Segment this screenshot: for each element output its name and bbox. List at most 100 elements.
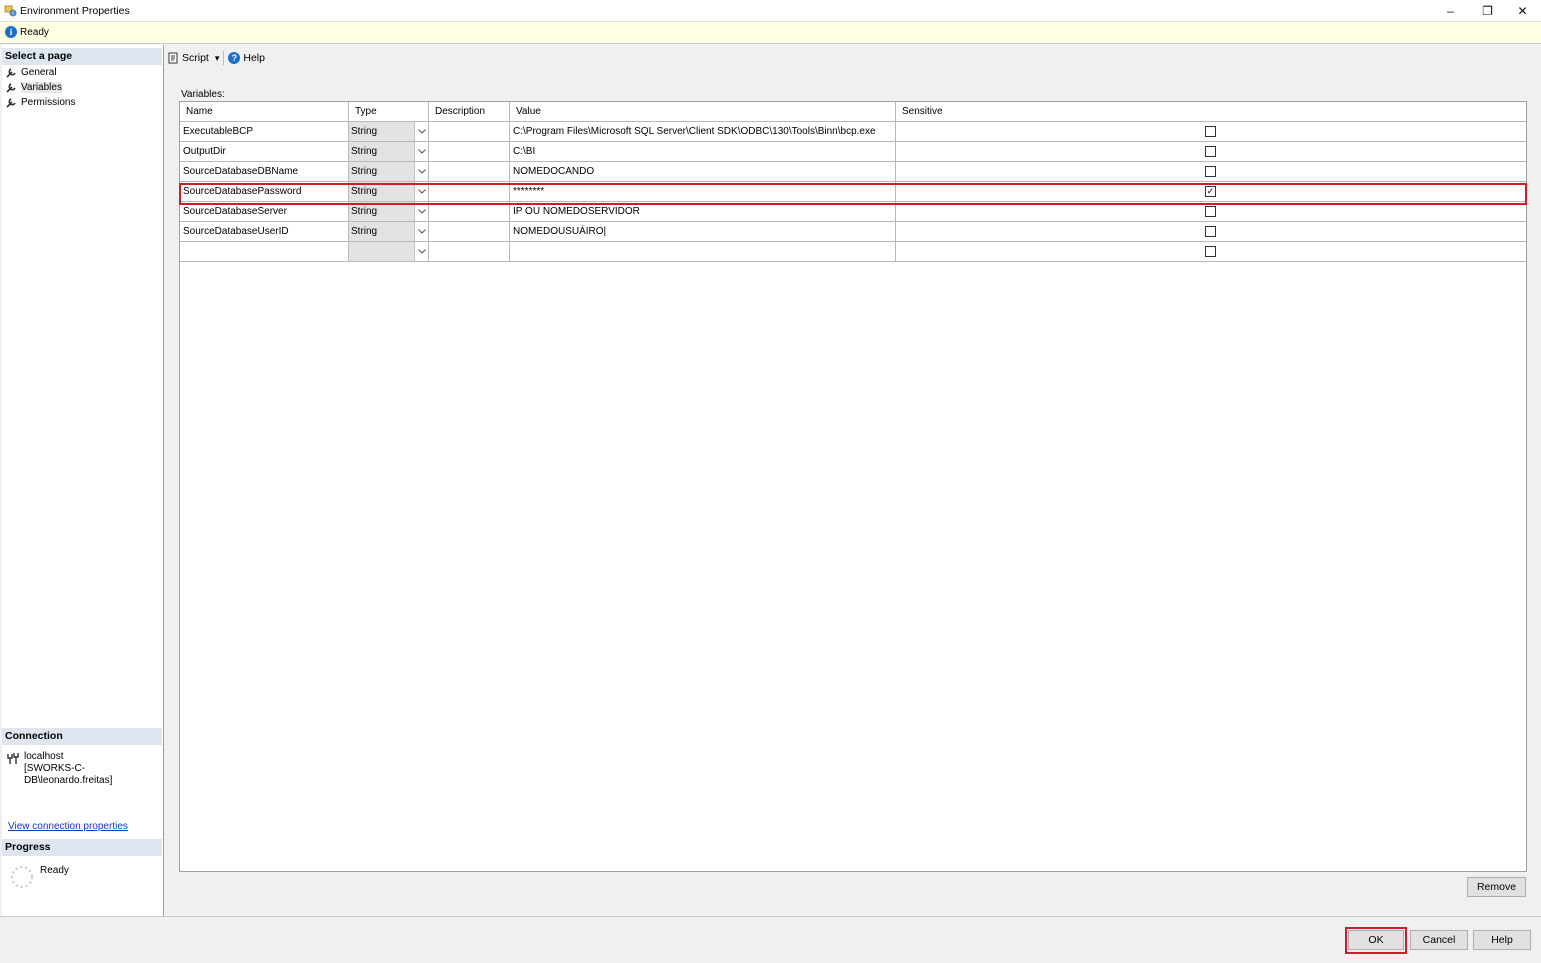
variable-sensitive-cell[interactable]	[896, 122, 1526, 141]
variable-type-cell[interactable]: String	[349, 142, 429, 161]
type-select[interactable]: String	[349, 202, 415, 221]
help-button[interactable]: Help	[1473, 930, 1531, 950]
chevron-down-icon[interactable]	[415, 222, 428, 241]
variable-description-cell[interactable]	[429, 122, 510, 141]
variable-sensitive-cell[interactable]	[896, 162, 1526, 181]
type-select[interactable]: String	[349, 222, 415, 241]
chevron-down-icon[interactable]	[415, 142, 428, 161]
type-select[interactable]: String	[349, 182, 415, 201]
chevron-down-icon: ▾	[214, 52, 220, 63]
variable-value-cell[interactable]: NOMEDOUSUÁIRO|	[510, 222, 896, 241]
variable-name-cell[interactable]: SourceDatabaseDBName	[180, 162, 349, 181]
restore-button[interactable]: ❐	[1469, 0, 1506, 21]
variable-value-cell[interactable]	[510, 242, 896, 261]
variable-description-cell[interactable]	[429, 182, 510, 201]
variable-value-cell[interactable]: C:\BI	[510, 142, 896, 161]
variable-value-cell[interactable]: NOMEDOCANDO	[510, 162, 896, 181]
type-select[interactable]	[349, 242, 415, 261]
variable-sensitive-cell[interactable]	[896, 142, 1526, 161]
progress-header: Progress	[2, 839, 162, 856]
page-item-permissions[interactable]: Permissions	[6, 95, 75, 109]
sensitive-checkbox[interactable]	[1205, 226, 1216, 237]
environment-icon	[4, 5, 17, 17]
variables-grid: Name Type Description Value Sensitive Ex…	[179, 101, 1527, 872]
sensitive-checkbox[interactable]	[1205, 206, 1216, 217]
minimize-button[interactable]: –	[1432, 0, 1469, 21]
variable-description-cell[interactable]	[429, 142, 510, 161]
ok-button[interactable]: OK	[1348, 930, 1404, 950]
page-item-variables[interactable]: Variables	[6, 80, 62, 94]
sensitive-checkbox[interactable]	[1205, 246, 1216, 257]
variable-name-cell[interactable]	[180, 242, 349, 261]
variable-description-cell[interactable]	[429, 242, 510, 261]
variable-name-cell[interactable]: SourceDatabasePassword	[180, 182, 349, 201]
page-item-general[interactable]: General	[6, 65, 57, 79]
variable-type-cell[interactable]: String	[349, 122, 429, 141]
remove-button[interactable]: Remove	[1467, 877, 1526, 897]
sensitive-checkbox[interactable]	[1205, 146, 1216, 157]
variable-description-cell[interactable]	[429, 202, 510, 221]
column-header-description[interactable]: Description	[429, 102, 510, 121]
variable-sensitive-cell[interactable]	[896, 202, 1526, 221]
type-select[interactable]: String	[349, 122, 415, 141]
variable-description-cell[interactable]	[429, 222, 510, 241]
connection-header: Connection	[2, 728, 162, 745]
select-page-header: Select a page	[2, 48, 162, 65]
type-select[interactable]: String	[349, 142, 415, 161]
table-row[interactable]: SourceDatabaseServer String IP OU NOMEDOSE…	[180, 202, 1526, 222]
sensitive-checkbox[interactable]: ✓	[1205, 186, 1216, 197]
variable-sensitive-cell[interactable]: ✓	[896, 182, 1526, 201]
variable-name-cell[interactable]: ExecutableBCP	[180, 122, 349, 141]
connection-host: localhost	[24, 751, 64, 762]
left-pane: Select a page General Variables Permissi…	[2, 45, 164, 916]
variable-type-cell[interactable]: String	[349, 202, 429, 221]
chevron-down-icon[interactable]	[415, 122, 428, 141]
sensitive-checkbox[interactable]	[1205, 166, 1216, 177]
variable-name-cell[interactable]: OutputDir	[180, 142, 349, 161]
variable-type-cell[interactable]	[349, 242, 429, 261]
window-title: Environment Properties	[20, 5, 130, 17]
table-row[interactable]: OutputDir String C:\BI	[180, 142, 1526, 162]
column-header-type[interactable]: Type	[349, 102, 429, 121]
table-row[interactable]: ExecutableBCP String C:\Program Files\Micr…	[180, 122, 1526, 142]
page-item-label: Variables	[21, 81, 62, 93]
chevron-down-icon[interactable]	[415, 162, 428, 181]
variables-label: Variables:	[181, 89, 225, 100]
table-row[interactable]: SourceDatabaseUserID String NOMEDOUSUÁIRO|	[180, 222, 1526, 242]
table-row[interactable]: SourceDatabasePassword String ******** ✓	[180, 182, 1526, 202]
variable-type-cell[interactable]: String	[349, 222, 429, 241]
variable-name-cell[interactable]: SourceDatabaseUserID	[180, 222, 349, 241]
chevron-down-icon[interactable]	[415, 182, 428, 201]
table-row[interactable]: SourceDatabaseDBName String NOMEDOCANDO	[180, 162, 1526, 182]
toolbar: Script ▾ ? Help	[164, 49, 269, 67]
variable-sensitive-cell[interactable]	[896, 222, 1526, 241]
close-button[interactable]: ✕	[1504, 0, 1541, 21]
script-button[interactable]: Script ▾	[164, 52, 223, 64]
column-header-sensitive[interactable]: Sensitive	[896, 102, 1526, 121]
variable-name-cell[interactable]: SourceDatabaseServer	[180, 202, 349, 221]
variable-value-cell[interactable]: IP OU NOMEDOSERVIDOR	[510, 202, 896, 221]
variable-type-cell[interactable]: String	[349, 162, 429, 181]
view-connection-properties-link[interactable]: View connection properties	[8, 821, 128, 832]
sensitive-checkbox[interactable]	[1205, 126, 1216, 137]
chevron-down-icon[interactable]	[415, 242, 428, 261]
info-icon: i	[5, 26, 17, 38]
script-icon	[168, 52, 178, 64]
title-bar: Environment Properties – ❐ ✕	[0, 0, 1541, 21]
variable-value-cell[interactable]: C:\Program Files\Microsoft SQL Server\Cl…	[510, 122, 896, 141]
variable-sensitive-cell[interactable]	[896, 242, 1526, 261]
type-select[interactable]: String	[349, 162, 415, 181]
variable-value-cell[interactable]: ********	[510, 182, 896, 201]
page-item-label: Permissions	[21, 96, 76, 108]
cancel-button[interactable]: Cancel	[1410, 930, 1468, 950]
grid-header-row: Name Type Description Value Sensitive	[180, 102, 1526, 122]
status-bar: i Ready	[0, 21, 1541, 44]
help-toolbar-button[interactable]: ? Help	[224, 52, 269, 64]
wrench-icon	[6, 82, 16, 93]
table-row[interactable]	[180, 242, 1526, 262]
variable-description-cell[interactable]	[429, 162, 510, 181]
variable-type-cell[interactable]: String	[349, 182, 429, 201]
chevron-down-icon[interactable]	[415, 202, 428, 221]
column-header-name[interactable]: Name	[180, 102, 349, 121]
column-header-value[interactable]: Value	[510, 102, 896, 121]
